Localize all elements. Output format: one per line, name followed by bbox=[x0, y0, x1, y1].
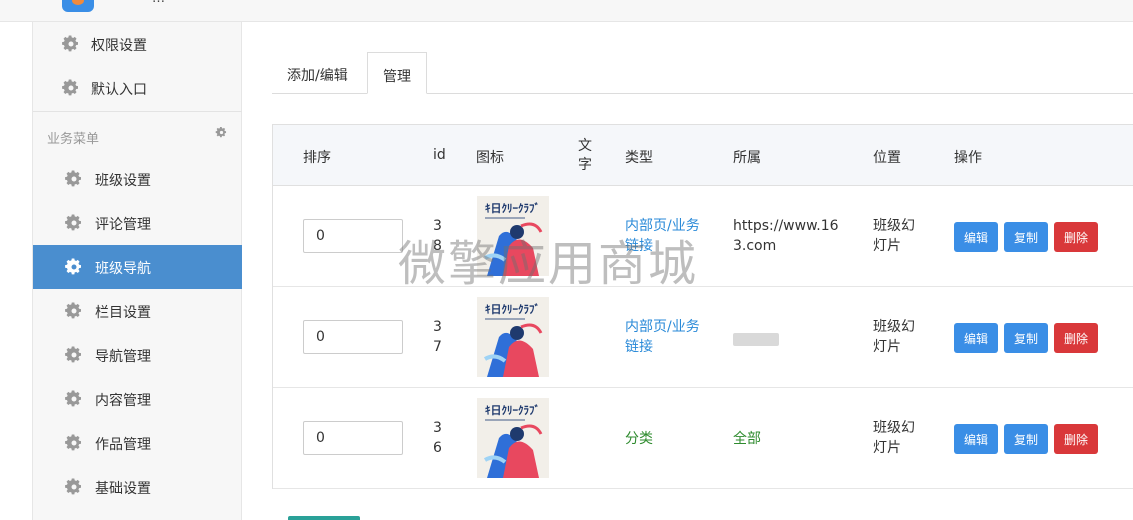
delete-button[interactable]: 删除 bbox=[1054, 424, 1099, 454]
app-title: … bbox=[152, 0, 165, 6]
gear-icon bbox=[65, 346, 81, 363]
sidebar-item-label: 栏目设置 bbox=[95, 305, 151, 321]
gear-icon bbox=[65, 302, 81, 319]
row-belong: https://www.163.com bbox=[733, 218, 839, 254]
row-type[interactable]: 内部页/业务链接 bbox=[625, 216, 707, 256]
thumbnail-image: ｷ日ｸﾘｰｸﾗﾌﾞ bbox=[477, 196, 549, 276]
sidebar-item-class-settings[interactable]: 班级设置 bbox=[33, 157, 242, 201]
tab-bar: 添加/编辑 管理 bbox=[272, 52, 1133, 94]
sidebar-item-permissions[interactable]: 权限设置 bbox=[33, 22, 242, 66]
sidebar-item-comment-management[interactable]: 评论管理 bbox=[33, 201, 242, 245]
row-position: 班级幻灯片 bbox=[873, 218, 915, 254]
header-id: id bbox=[433, 147, 446, 163]
sidebar-item-label: 评论管理 bbox=[95, 217, 151, 233]
gear-icon bbox=[65, 478, 81, 495]
header-text: 文字 bbox=[578, 138, 592, 173]
sidebar-item-works-management[interactable]: 作品管理 bbox=[33, 421, 242, 465]
sort-input[interactable] bbox=[303, 320, 403, 354]
bottom-button-edge[interactable] bbox=[288, 516, 360, 520]
thumbnail-title: ｷ日ｸﾘｰｸﾗﾌﾞ bbox=[485, 302, 540, 316]
delete-button[interactable]: 删除 bbox=[1054, 323, 1099, 353]
copy-button[interactable]: 复制 bbox=[1004, 424, 1049, 454]
header-icon: 图标 bbox=[476, 150, 504, 166]
gear-icon bbox=[65, 214, 81, 231]
sidebar-item-column-settings[interactable]: 栏目设置 bbox=[33, 289, 242, 333]
row-id: 37 bbox=[433, 319, 442, 355]
row-type[interactable]: 内部页/业务链接 bbox=[625, 317, 707, 357]
row-id: 36 bbox=[433, 420, 442, 456]
thumbnail-title: ｷ日ｸﾘｰｸﾗﾌﾞ bbox=[485, 403, 540, 417]
tab-manage[interactable]: 管理 bbox=[367, 52, 427, 94]
tab-add-edit[interactable]: 添加/编辑 bbox=[272, 52, 363, 94]
row-id: 38 bbox=[433, 218, 442, 254]
gear-icon bbox=[62, 35, 78, 52]
gear-icon bbox=[62, 79, 78, 96]
delete-button[interactable]: 删除 bbox=[1054, 222, 1099, 252]
edit-button[interactable]: 编辑 bbox=[954, 323, 999, 353]
sidebar-item-label: 内容管理 bbox=[95, 393, 151, 409]
sidebar-item-label: 班级导航 bbox=[95, 261, 151, 277]
sidebar-item-basic-settings[interactable]: 基础设置 bbox=[33, 465, 242, 509]
edit-button[interactable]: 编辑 bbox=[954, 424, 999, 454]
nav-table: 排序 id 图标 文字 类型 所属 位置 操作 38 ｷ日ｸﾘｰｸﾗﾌﾞ 内部页… bbox=[272, 124, 1133, 489]
gear-icon bbox=[65, 390, 81, 407]
sidebar-item-label: 班级设置 bbox=[95, 173, 151, 189]
sidebar-item-content-management[interactable]: 内容管理 bbox=[33, 377, 242, 421]
sidebar-item-label: 作品管理 bbox=[95, 437, 151, 453]
gear-icon[interactable] bbox=[215, 126, 228, 139]
table-row: 38 ｷ日ｸﾘｰｸﾗﾌﾞ 内部页/业务链接 https://www.163.co… bbox=[273, 186, 1133, 287]
row-type[interactable]: 分类 bbox=[625, 429, 707, 449]
thumbnail-title: ｷ日ｸﾘｰｸﾗﾌﾞ bbox=[485, 201, 540, 215]
sidebar-item-label: 基础设置 bbox=[95, 481, 151, 497]
section-title: 业务菜单 bbox=[47, 132, 100, 147]
edit-button[interactable]: 编辑 bbox=[954, 222, 999, 252]
top-bar: … bbox=[0, 0, 1133, 22]
table-row: 36 ｷ日ｸﾘｰｸﾗﾌﾞ 分类 全部 班级幻灯片 编辑 复制 删除 bbox=[273, 388, 1133, 489]
thumbnail-image: ｷ日ｸﾘｰｸﾗﾌﾞ bbox=[477, 297, 549, 377]
copy-button[interactable]: 复制 bbox=[1004, 222, 1049, 252]
header-position: 位置 bbox=[873, 150, 901, 166]
sidebar-item-label: 权限设置 bbox=[91, 38, 147, 54]
header-belong: 所属 bbox=[733, 150, 761, 166]
app-logo[interactable] bbox=[62, 0, 94, 12]
row-position: 班级幻灯片 bbox=[873, 319, 915, 355]
sidebar-item-default-entry[interactable]: 默认入口 bbox=[33, 66, 242, 110]
gear-icon bbox=[65, 170, 81, 187]
sidebar-item-label: 导航管理 bbox=[95, 349, 151, 365]
row-belong: 全部 bbox=[733, 431, 761, 447]
sort-input[interactable] bbox=[303, 421, 403, 455]
sidebar-section-business-menu: 业务菜单 bbox=[33, 111, 242, 155]
copy-button[interactable]: 复制 bbox=[1004, 323, 1049, 353]
table-header: 排序 id 图标 文字 类型 所属 位置 操作 bbox=[273, 125, 1133, 186]
sidebar-item-navigation-management[interactable]: 导航管理 bbox=[33, 333, 242, 377]
gear-icon bbox=[65, 258, 81, 275]
sidebar: 权限设置 默认入口 业务菜单 班级设置 评论管理 班级导航 栏目设置 导航管理 … bbox=[32, 22, 242, 520]
header-sort: 排序 bbox=[303, 150, 331, 166]
row-position: 班级幻灯片 bbox=[873, 420, 915, 456]
thumbnail-image: ｷ日ｸﾘｰｸﾗﾌﾞ bbox=[477, 398, 549, 478]
sidebar-item-class-navigation[interactable]: 班级导航 bbox=[33, 245, 242, 289]
gear-icon bbox=[65, 434, 81, 451]
sidebar-item-label: 默认入口 bbox=[91, 82, 147, 98]
table-row: 37 ｷ日ｸﾘｰｸﾗﾌﾞ 内部页/业务链接 班级幻灯片 编辑 复制 删除 bbox=[273, 287, 1133, 388]
redacted-value bbox=[733, 333, 779, 346]
header-type: 类型 bbox=[625, 150, 653, 166]
header-actions: 操作 bbox=[954, 150, 982, 166]
sort-input[interactable] bbox=[303, 219, 403, 253]
